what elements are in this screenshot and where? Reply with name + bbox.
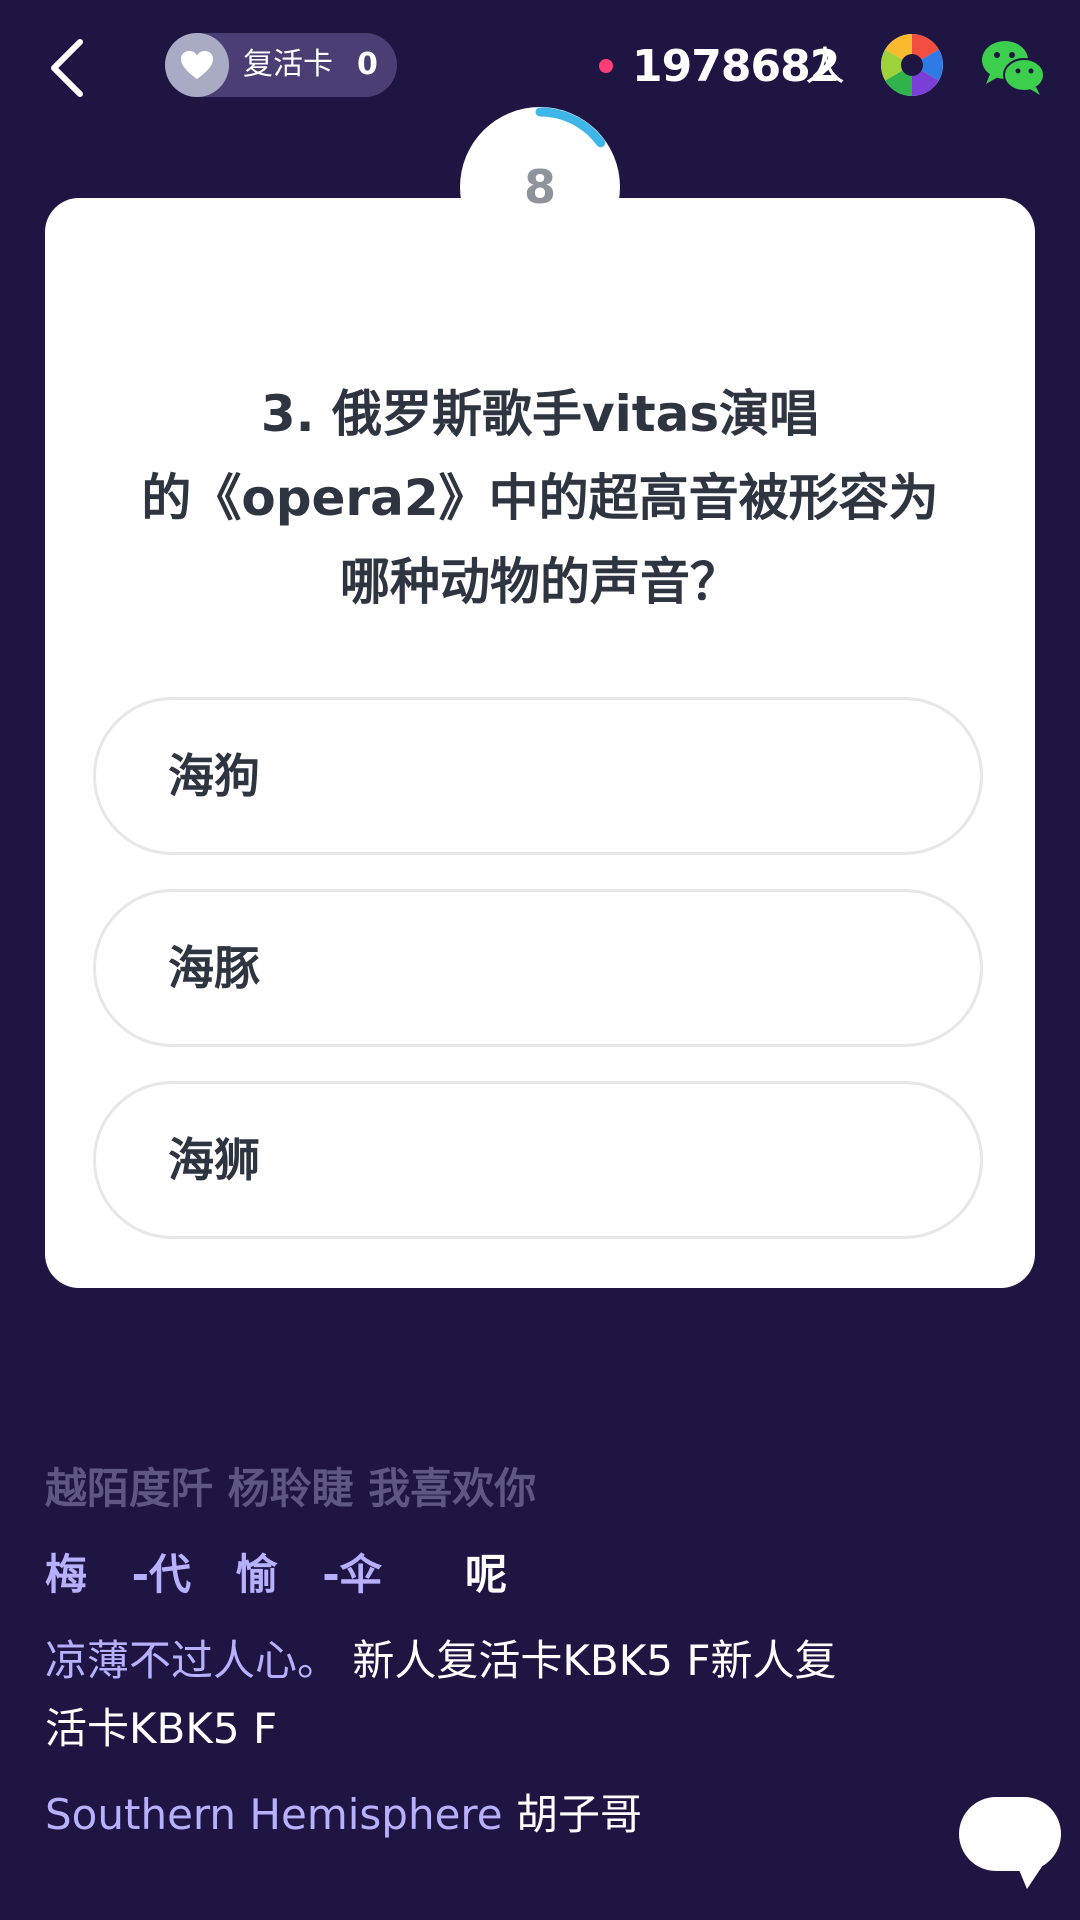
heart-icon bbox=[165, 33, 229, 97]
chat-text: 胡子哥 bbox=[515, 1790, 642, 1839]
chat-username: 梅 -代 愉 -伞 bbox=[45, 1550, 382, 1599]
question-line-2: 的《opera2》中的超高音被形容为 bbox=[141, 469, 939, 527]
answer-option-3[interactable]: 海狮 bbox=[93, 1081, 983, 1239]
chat-message: 凉薄不过人心。 新人复活卡KBK5 F新人复 bbox=[45, 1627, 837, 1688]
back-chevron-icon[interactable] bbox=[44, 36, 96, 100]
chat-text: 新人复活卡KBK5 F新人复 bbox=[352, 1636, 837, 1685]
answer-option-1[interactable]: 海狗 bbox=[93, 697, 983, 855]
chat-username: Southern Hemisphere bbox=[45, 1790, 503, 1839]
countdown-timer: 8 bbox=[523, 160, 556, 214]
chat-message: 越陌度阡 杨聆睫 我喜欢你 bbox=[45, 1455, 536, 1516]
aperture-icon[interactable] bbox=[880, 33, 944, 97]
answer-option-label: 海狗 bbox=[168, 749, 260, 803]
chat-bubble-icon[interactable] bbox=[955, 1793, 1065, 1893]
online-unit: 人 bbox=[805, 44, 845, 90]
answer-option-label: 海狮 bbox=[168, 1133, 260, 1187]
chat-message: Southern Hemisphere 胡子哥 bbox=[45, 1781, 642, 1842]
revive-card-badge[interactable]: 复活卡 0 bbox=[165, 33, 397, 97]
revive-card-label: 复活卡 bbox=[243, 47, 333, 82]
question-text: 3. 俄罗斯歌手vitas演唱 的《opera2》中的超高音被形容为 哪种动物的… bbox=[95, 372, 985, 624]
chat-text: 活卡KBK5 F bbox=[45, 1704, 278, 1753]
question-line-1: 3. 俄罗斯歌手vitas演唱 bbox=[260, 385, 820, 443]
chat-username: 凉薄不过人心。 bbox=[45, 1636, 340, 1685]
wechat-icon[interactable] bbox=[980, 38, 1046, 96]
answer-option-label: 海豚 bbox=[168, 941, 260, 995]
question-line-3: 哪种动物的声音？ bbox=[340, 553, 740, 611]
chat-username: 越陌度阡 杨聆睫 我喜欢你 bbox=[45, 1464, 537, 1513]
chat-message: 梅 -代 愉 -伞 呢 bbox=[45, 1541, 507, 1602]
revive-card-count: 0 bbox=[357, 47, 378, 82]
chat-message-continued: 活卡KBK5 F bbox=[45, 1695, 277, 1756]
answer-option-2[interactable]: 海豚 bbox=[93, 889, 983, 1047]
live-indicator-dot bbox=[599, 59, 613, 73]
chat-text: 呢 bbox=[465, 1550, 508, 1599]
